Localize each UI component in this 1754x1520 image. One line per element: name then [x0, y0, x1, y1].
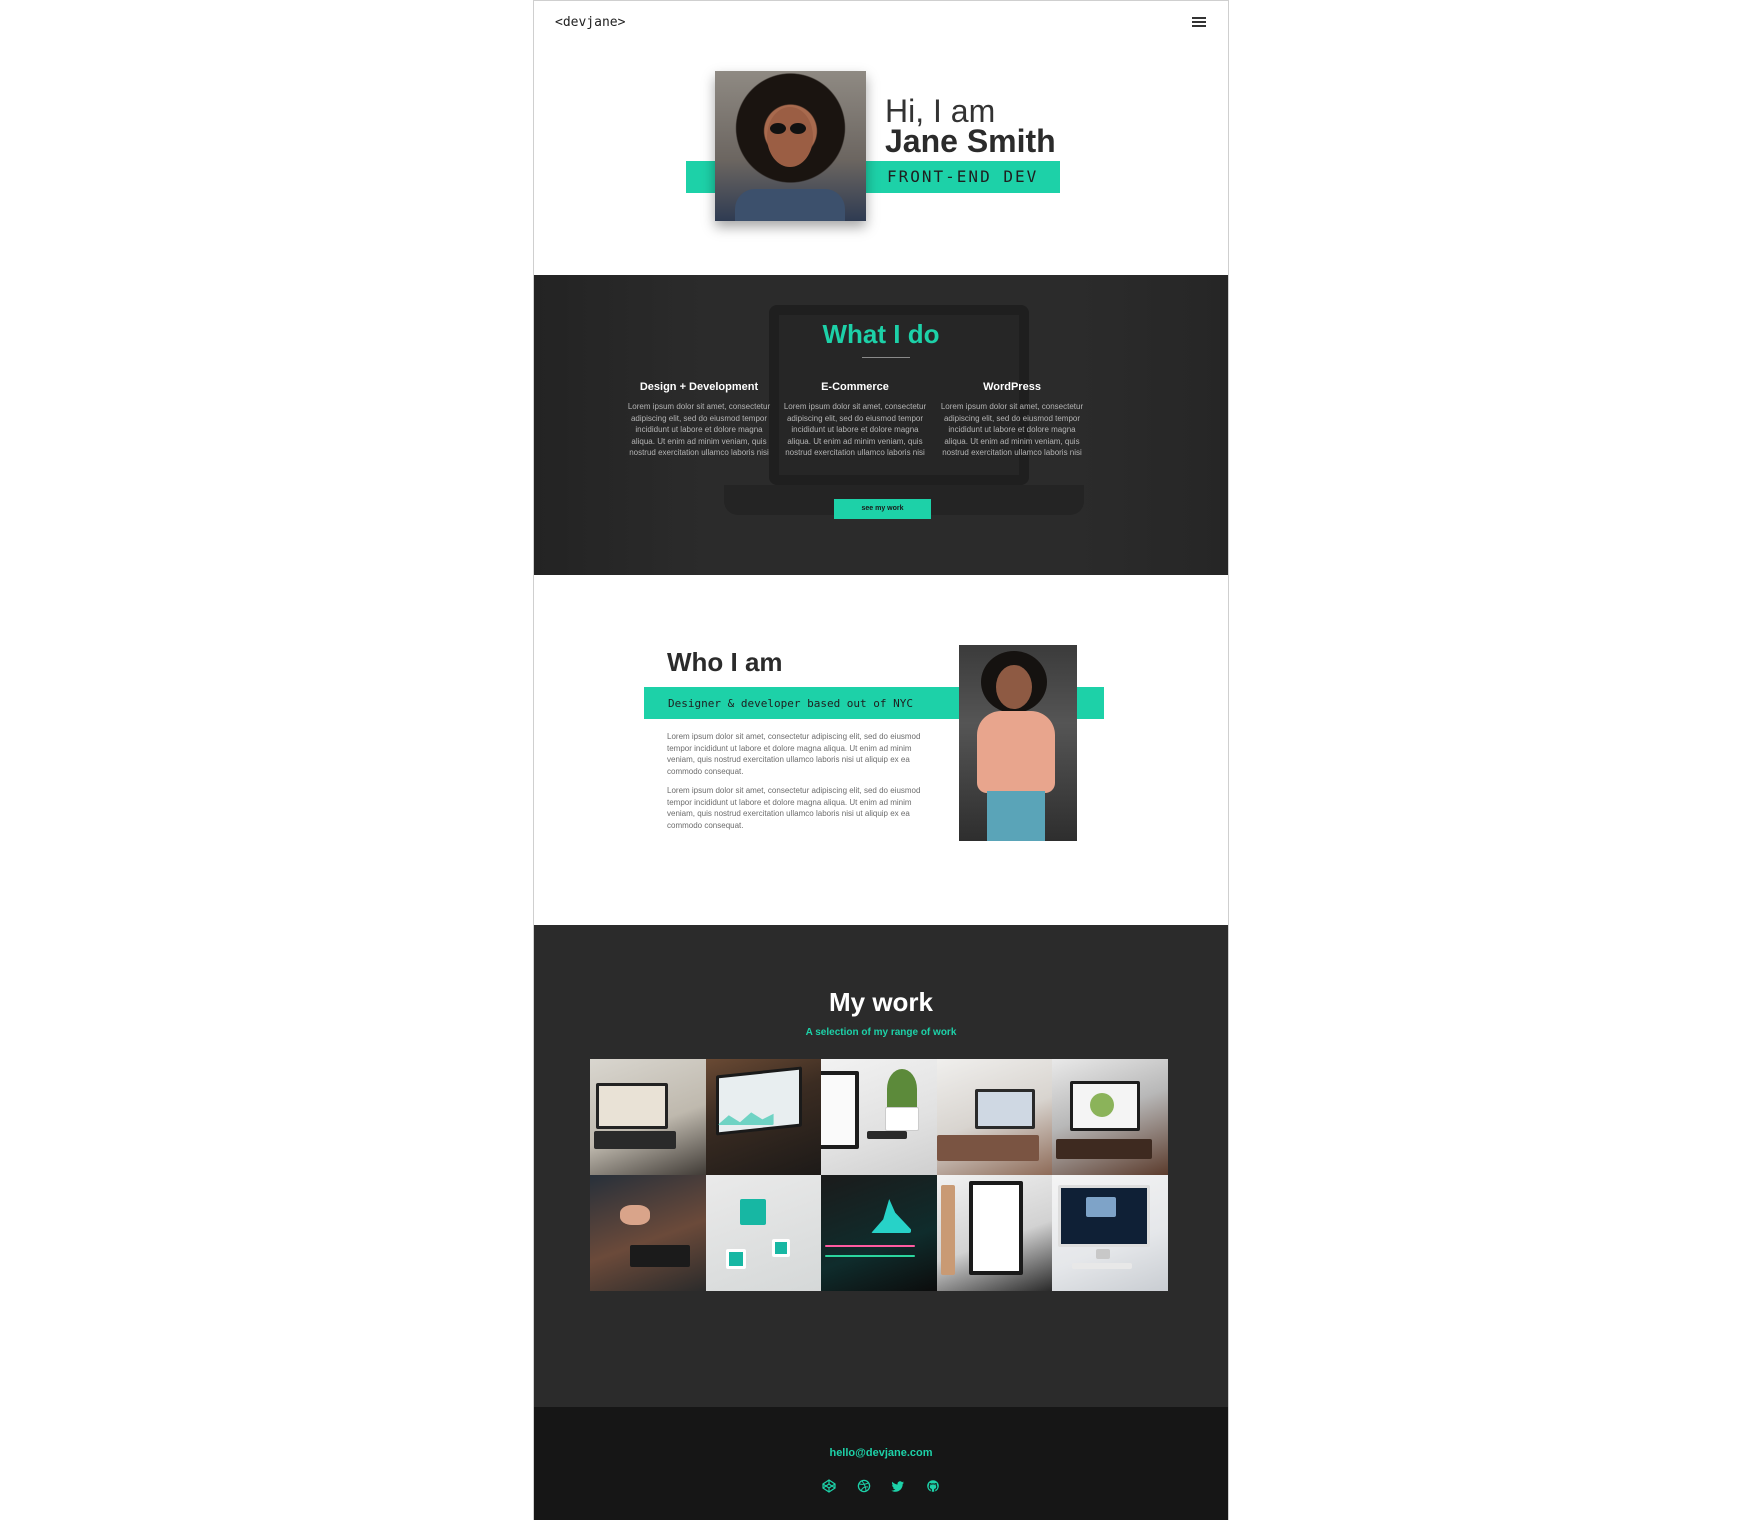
title-divider — [862, 357, 910, 358]
hero-name: Jane Smith — [885, 123, 1056, 159]
about-paragraph: Lorem ipsum dolor sit amet, consectetur … — [667, 786, 921, 830]
services-title: What I do — [822, 319, 940, 349]
hero-role: FRONT-END DEV — [887, 167, 1039, 186]
about-section: Who I am Designer & developer based out … — [534, 575, 1228, 925]
profile-photo — [715, 71, 866, 221]
dribbble-icon[interactable] — [857, 1479, 871, 1493]
service-title: E-Commerce — [821, 381, 889, 393]
about-paragraph: Lorem ipsum dolor sit amet, consectetur … — [667, 732, 921, 776]
hamburger-menu-icon[interactable] — [1192, 17, 1206, 27]
site-header: <devjane> — [534, 1, 1228, 41]
site-logo[interactable]: <devjane> — [555, 15, 625, 30]
work-title: My work — [828, 987, 934, 1017]
work-tile[interactable] — [936, 1175, 1053, 1291]
contact-email-link[interactable]: hello@devjane.com — [534, 1447, 1228, 1459]
work-tile[interactable] — [590, 1175, 706, 1291]
work-tile[interactable] — [821, 1175, 937, 1291]
social-links — [534, 1477, 1228, 1495]
service-description: Lorem ipsum dolor sit amet, consectetur … — [783, 402, 927, 457]
service-description: Lorem ipsum dolor sit amet, consectetur … — [627, 402, 771, 457]
work-tile[interactable] — [705, 1059, 822, 1175]
service-design-development: Design + Development Lorem ipsum dolor s… — [627, 381, 771, 459]
work-tile[interactable] — [1052, 1059, 1168, 1175]
work-tile[interactable] — [705, 1175, 822, 1291]
work-tile[interactable] — [936, 1059, 1053, 1175]
work-gallery — [590, 1059, 1168, 1291]
services-section: What I do Design + Development Lorem ips… — [534, 275, 1228, 575]
codepen-icon[interactable] — [822, 1479, 836, 1493]
work-tile[interactable] — [821, 1059, 937, 1175]
about-title: Who I am — [667, 647, 783, 677]
service-title: WordPress — [983, 381, 1041, 393]
service-description: Lorem ipsum dolor sit amet, consectetur … — [940, 402, 1084, 457]
site-footer: hello@devjane.com — [534, 1407, 1228, 1520]
work-subtitle: A selection of my range of work — [805, 1027, 957, 1038]
about-subtitle: Designer & developer based out of NYC — [668, 697, 914, 710]
github-icon[interactable] — [926, 1479, 940, 1493]
see-my-work-button[interactable]: see my work — [834, 499, 931, 519]
work-tile[interactable] — [1052, 1175, 1168, 1291]
service-wordpress: WordPress Lorem ipsum dolor sit amet, co… — [940, 381, 1084, 459]
twitter-icon[interactable] — [891, 1479, 905, 1493]
about-photo — [959, 645, 1077, 841]
service-ecommerce: E-Commerce Lorem ipsum dolor sit amet, c… — [783, 381, 927, 459]
hero-section: Hi, I am Jane Smith FRONT-END DEV — [534, 41, 1228, 275]
work-section: My work A selection of my range of work — [534, 925, 1228, 1407]
portfolio-page: <devjane> Hi, I am Jane Smith FRONT-END … — [533, 0, 1229, 1520]
work-tile[interactable] — [590, 1059, 706, 1175]
service-title: Design + Development — [639, 381, 759, 393]
